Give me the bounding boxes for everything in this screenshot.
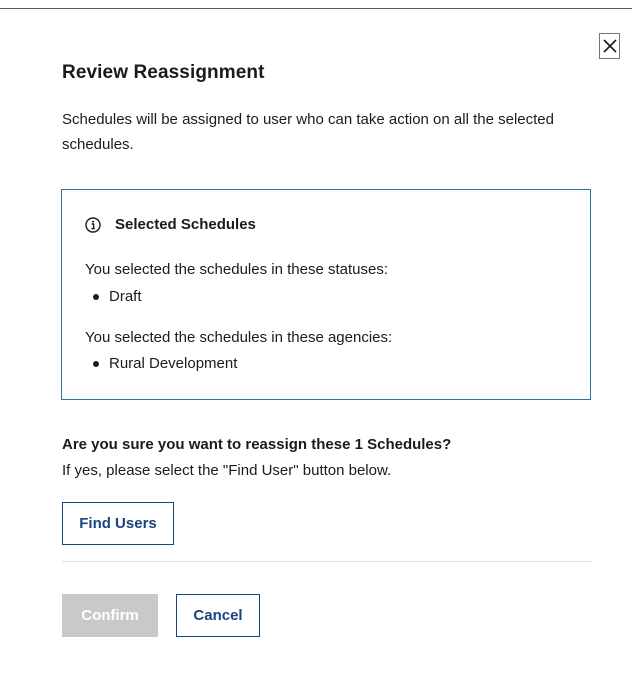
info-heading: Selected Schedules [115,216,256,233]
top-border [0,8,632,9]
statuses-label: You selected the schedules in these stat… [85,261,388,278]
confirmation-question: Are you sure you want to reassign these … [62,436,452,453]
agencies-list: Rural Development [85,355,237,372]
close-button[interactable] [599,33,620,59]
confirm-button[interactable]: Confirm [62,594,158,637]
list-item: Rural Development [85,355,237,372]
close-icon [602,39,617,53]
status-value: Draft [109,288,142,305]
info-header: Selected Schedules [85,216,256,233]
modal-description: Schedules will be assigned to user who c… [62,111,554,153]
agencies-label: You selected the schedules in these agen… [85,329,393,346]
instruction-text: If yes, please select the "Find User" bu… [62,462,392,479]
find-users-button[interactable]: Find Users [62,502,174,545]
list-item: Draft [85,288,142,305]
bullet-icon [93,360,99,367]
statuses-list: Draft [85,288,142,305]
cancel-button[interactable]: Cancel [176,594,260,637]
bullet-icon [93,293,99,300]
selected-schedules-alert: Selected Schedules You selected the sche… [61,189,591,400]
info-icon [85,216,101,233]
modal-title: Review Reassignment [62,62,265,83]
divider [62,561,592,562]
agency-value: Rural Development [109,355,238,372]
